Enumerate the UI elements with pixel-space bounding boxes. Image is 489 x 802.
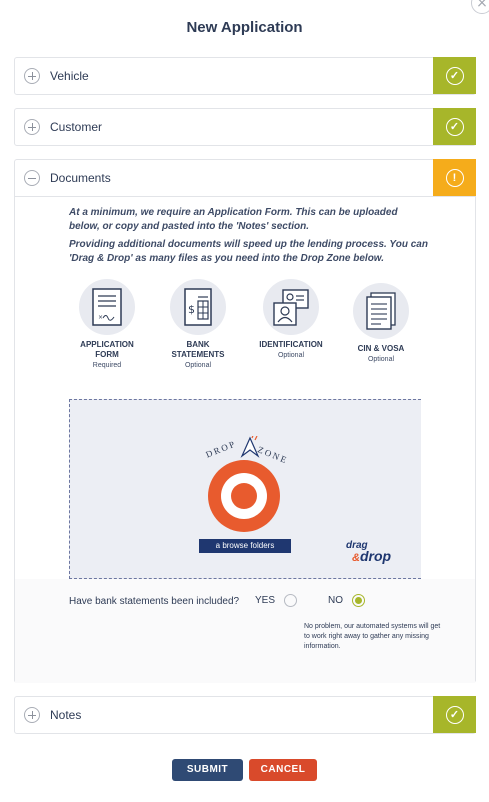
- checkmark-icon: ✓: [445, 117, 464, 136]
- documents-intro: At a minimum, we require an Application …: [69, 206, 429, 266]
- bank-statements-question: Have bank statements been included? YES …: [15, 579, 475, 683]
- section-documents: Documents ! At a minimum, we require an …: [14, 159, 476, 683]
- no-statements-note: No problem, our automated systems will g…: [304, 623, 441, 650]
- radio-no[interactable]: NO: [328, 594, 365, 607]
- exclamation-icon: !: [445, 168, 464, 187]
- question-text: Have bank statements been included?: [69, 596, 240, 607]
- doc-type-requirement: Required: [92, 362, 122, 369]
- doc-type-requirement: Optional: [277, 352, 305, 359]
- doc-type-application-form: × APPLICATION FORM Required: [67, 279, 147, 369]
- doc-type-label: APPLICATION FORM: [80, 340, 134, 359]
- doc-type-bank-statements: $ BANK STATEMENTS Optional: [158, 279, 238, 369]
- target-icon: [208, 460, 280, 532]
- cin-vosa-icon: [353, 283, 409, 339]
- section-notes[interactable]: Notes ✓: [14, 696, 476, 734]
- radio-label: YES: [255, 595, 276, 606]
- identification-icon: [263, 279, 319, 335]
- doc-type-requirement: Optional: [184, 362, 212, 369]
- expand-plus-icon[interactable]: [24, 68, 40, 84]
- section-label: Documents: [50, 171, 111, 185]
- paper-plane-icon: [240, 436, 260, 458]
- status-complete-badge: ✓: [433, 696, 476, 733]
- submit-button[interactable]: SUBMIT: [172, 759, 243, 781]
- section-label: Customer: [50, 120, 103, 134]
- doc-type-cin-vosa: CIN & VOSA Optional: [341, 283, 421, 363]
- collapse-minus-icon[interactable]: [24, 170, 40, 186]
- section-header[interactable]: Notes ✓: [15, 696, 476, 733]
- drop-zone-title-right: ZONE: [256, 444, 290, 466]
- doc-type-label: BANK STATEMENTS: [171, 340, 225, 359]
- checkmark-icon: ✓: [445, 66, 464, 85]
- status-warning-badge: !: [433, 159, 476, 196]
- section-label: Notes: [50, 708, 82, 722]
- doc-type-label: CIN & VOSA: [357, 344, 405, 353]
- drop-zone[interactable]: DROP ZONE a browse folders drag &drop: [69, 399, 421, 579]
- doc-type-requirement: Optional: [367, 356, 395, 363]
- status-complete-badge: ✓: [433, 57, 476, 94]
- radio-label: NO: [328, 595, 343, 606]
- section-header[interactable]: Vehicle ✓: [15, 57, 476, 94]
- section-label: Vehicle: [50, 69, 89, 83]
- expand-plus-icon[interactable]: [24, 119, 40, 135]
- radio-button-yes[interactable]: [284, 594, 298, 607]
- modal-title: New Application: [186, 19, 303, 36]
- drag-and-drop-logo: drag &drop: [346, 540, 392, 564]
- doc-type-label: IDENTIFICATION: [259, 340, 323, 349]
- svg-text:$: $: [188, 303, 195, 316]
- cancel-button[interactable]: CANCEL: [249, 759, 317, 781]
- radio-button-no[interactable]: [352, 594, 365, 607]
- document-types: × APPLICATION FORM Required $ BANK STATE…: [75, 279, 435, 379]
- documents-body: At a minimum, we require an Application …: [15, 196, 475, 683]
- section-header[interactable]: Documents !: [15, 159, 476, 196]
- section-vehicle[interactable]: Vehicle ✓: [14, 57, 476, 95]
- drop-zone-title-left: DROP: [204, 438, 238, 460]
- section-customer[interactable]: Customer ✓: [14, 108, 476, 146]
- section-header[interactable]: Customer ✓: [15, 108, 476, 145]
- checkmark-icon: ✓: [445, 705, 464, 724]
- expand-plus-icon[interactable]: [24, 707, 40, 723]
- radio-yes[interactable]: YES: [255, 594, 298, 607]
- doc-type-identification: IDENTIFICATION Optional: [251, 279, 331, 359]
- application-form-icon: ×: [79, 279, 135, 335]
- intro-paragraph: Providing additional documents will spee…: [69, 239, 428, 264]
- browse-folders-button[interactable]: a browse folders: [199, 539, 291, 553]
- intro-paragraph: At a minimum, we require an Application …: [69, 207, 398, 232]
- svg-text:×: ×: [98, 314, 103, 321]
- close-icon[interactable]: ×: [471, 0, 489, 14]
- status-complete-badge: ✓: [433, 108, 476, 145]
- bank-statements-icon: $: [170, 279, 226, 335]
